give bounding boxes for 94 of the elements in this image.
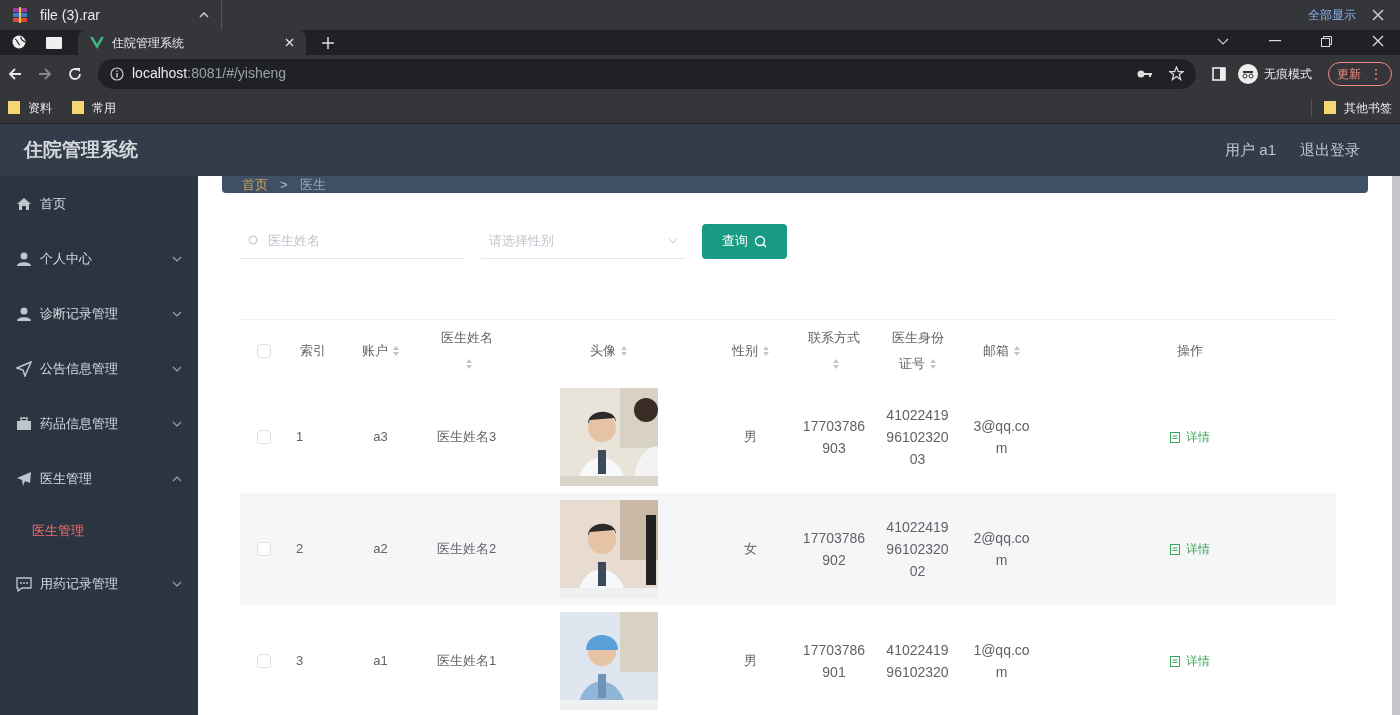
v-logo-icon [90, 36, 104, 49]
update-button[interactable]: 更新 [1337, 64, 1361, 83]
table-cell-text: 医生姓名1 [436, 652, 497, 671]
user-icon [16, 305, 32, 322]
sidebar-item[interactable]: 个人中心 [40, 248, 92, 269]
star-icon[interactable] [1169, 66, 1184, 81]
table-cell-text: 3@qq.com [972, 417, 1031, 458]
send-icon [16, 360, 32, 377]
sidebar-item[interactable]: 首页 [40, 193, 66, 214]
column-header[interactable]: 邮箱 [982, 337, 1021, 364]
close-icon[interactable] [285, 38, 294, 47]
column-header[interactable]: 联系方式 [806, 324, 862, 377]
paper-plane-icon [16, 470, 32, 487]
globe-icon[interactable] [12, 35, 26, 49]
user-icon [16, 250, 32, 267]
table-cell-text: 4102241996102320 [886, 641, 949, 682]
incognito-badge[interactable]: 无痕模式 [1238, 63, 1312, 84]
column-header[interactable]: 账户 [361, 337, 400, 364]
table-cell-text: 410224199610232002 [886, 518, 949, 581]
bookmark-link[interactable]: 常用 [92, 98, 116, 117]
table-cell-text: 女 [744, 540, 757, 559]
table-cell-text: 1@qq.com [972, 641, 1031, 682]
row-checkbox[interactable] [257, 430, 271, 444]
user-label: 用户 a1 [1225, 139, 1276, 160]
sidebar-item[interactable]: 公告信息管理 [40, 358, 118, 379]
restore-icon[interactable] [1321, 35, 1332, 47]
search-icon [248, 235, 259, 246]
document-icon [1169, 543, 1180, 555]
close-icon[interactable] [1372, 9, 1384, 21]
table-cell-text: 1 [296, 428, 304, 447]
sidebar-subitem[interactable]: 医生管理 [0, 506, 198, 556]
row-checkbox[interactable] [257, 343, 271, 358]
chevron-icon [668, 237, 678, 244]
column-header[interactable]: 医生姓名 [438, 324, 495, 377]
url-text: localhost:8081/#/yisheng [132, 64, 287, 83]
column-header[interactable]: 医生身份证号 [889, 324, 946, 377]
sidebar-icon[interactable] [1212, 66, 1226, 81]
show-all-link[interactable]: 全部显示 [1292, 6, 1372, 24]
document-icon [1169, 431, 1180, 443]
scrollbar[interactable] [1392, 176, 1400, 715]
info-icon[interactable] [110, 66, 124, 81]
briefcase-icon [16, 415, 32, 432]
name-search-field[interactable]: 医生姓名 [240, 223, 465, 259]
menu-button[interactable]: ⋮ [1369, 66, 1383, 81]
address-bar[interactable]: localhost:8081/#/yisheng [98, 58, 1196, 89]
key-icon[interactable] [1137, 68, 1153, 79]
breadcrumb-link[interactable]: 首页 [242, 178, 268, 191]
table-cell-text: 410224199610232003 [886, 406, 949, 469]
plus-icon[interactable] [322, 37, 334, 49]
column-header: 索引 [300, 341, 326, 360]
table-cell-text: 17703786901 [802, 641, 866, 682]
caret-icon[interactable] [199, 12, 209, 18]
table-cell-text: 男 [744, 428, 757, 447]
tab-title: 住院管理系统 [112, 34, 184, 52]
archive-icon [12, 7, 28, 23]
table-cell-text: 3 [296, 652, 304, 671]
close-icon[interactable] [1372, 35, 1384, 47]
sidebar-item[interactable]: 诊断记录管理 [40, 303, 118, 324]
row-checkbox[interactable] [257, 654, 271, 668]
browser-tab[interactable]: 住院管理系统 [78, 30, 306, 55]
table-cell-text: a2 [373, 540, 388, 559]
back-icon[interactable] [8, 66, 22, 81]
table-cell-text: 17703786903 [802, 417, 866, 458]
bookmark-link[interactable]: 其他书签 [1344, 98, 1392, 117]
logout-link[interactable]: 退出登录 [1300, 138, 1360, 162]
breadcrumb-separator: > [280, 178, 288, 191]
sidebar-item[interactable]: 药品信息管理 [40, 413, 118, 434]
column-header[interactable]: 性别 [731, 337, 770, 364]
chat-icon [16, 575, 32, 592]
table-cell-text: 医生姓名2 [436, 540, 497, 559]
column-header[interactable]: 头像 [590, 337, 628, 364]
table-cell-text: 2 [296, 540, 304, 559]
bookmark-link[interactable]: 资料 [28, 98, 52, 117]
row-checkbox[interactable] [257, 542, 271, 556]
forward-icon[interactable] [38, 66, 52, 81]
chevron-icon[interactable] [1217, 37, 1229, 45]
document-icon [1169, 655, 1180, 667]
column-header: 操作 [1176, 341, 1203, 360]
download-file-name[interactable]: file (3).rar [40, 4, 100, 26]
minimize-icon[interactable] [1269, 40, 1281, 42]
table-cell-text: a1 [373, 652, 388, 671]
reload-icon[interactable] [68, 66, 82, 81]
table-cell-text: a3 [373, 428, 388, 447]
table-cell-text: 2@qq.com [972, 529, 1031, 570]
incognito-icon [1238, 63, 1258, 84]
table-cell-text: 男 [744, 652, 757, 671]
query-button[interactable]: 查询 [702, 223, 787, 259]
search-icon [754, 234, 767, 248]
home-icon [16, 195, 32, 212]
app-title: 住院管理系统 [24, 137, 138, 162]
table-cell-text: 医生姓名3 [436, 428, 497, 447]
sidebar-item[interactable]: 用药记录管理 [40, 573, 118, 594]
table-cell-text: 17703786902 [802, 529, 866, 570]
sidebar-item[interactable]: 医生管理 [40, 468, 92, 489]
